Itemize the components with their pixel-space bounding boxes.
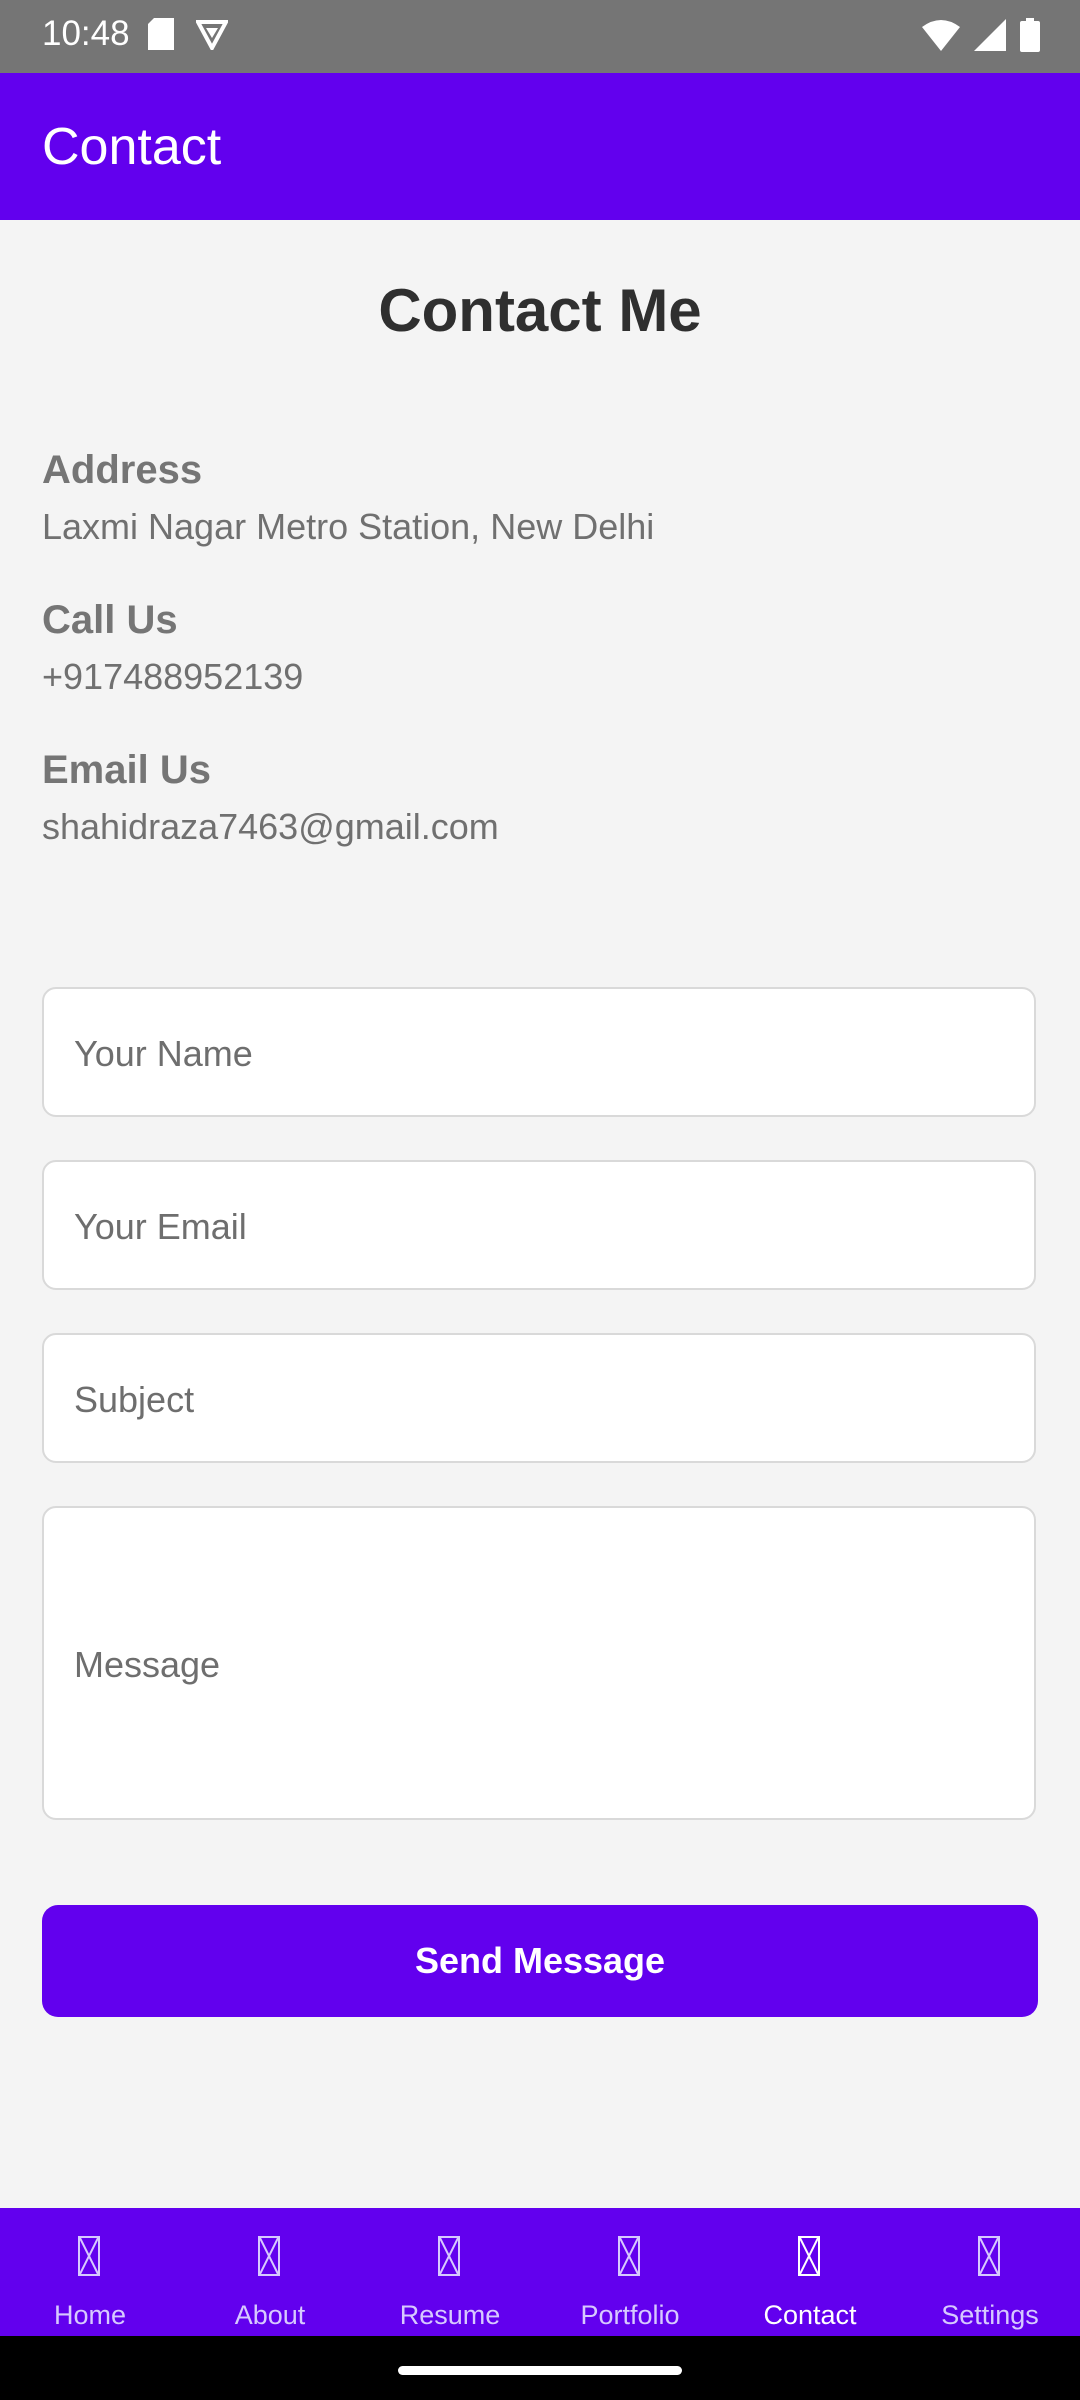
- gesture-nav-bar: [0, 2336, 1080, 2400]
- email-value[interactable]: shahidraza7463@gmail.com: [42, 806, 499, 848]
- home-icon: [78, 2236, 100, 2276]
- wifi-icon: [922, 19, 960, 51]
- nav-item-home[interactable]: Home: [0, 2208, 180, 2336]
- bottom-nav: Home About Resume Portfolio Contact Sett…: [0, 2208, 1080, 2336]
- email-input-placeholder: Your Email: [74, 1206, 247, 1247]
- email-us-label: Email Us: [42, 748, 211, 792]
- nav-item-about[interactable]: About: [180, 2208, 360, 2336]
- nav-item-resume[interactable]: Resume: [360, 2208, 540, 2336]
- app-bar-title: Contact: [42, 118, 222, 176]
- status-time: 10:48: [42, 14, 130, 53]
- phone-value[interactable]: +917488952139: [42, 656, 303, 698]
- name-input-placeholder: Your Name: [74, 1033, 253, 1074]
- email-input[interactable]: Your Email: [42, 1160, 1036, 1290]
- portfolio-icon: [618, 2236, 640, 2276]
- nav-item-settings[interactable]: Settings: [900, 2208, 1080, 2336]
- nav-item-contact[interactable]: Contact: [720, 2208, 900, 2336]
- contact-icon: [798, 2236, 820, 2276]
- call-us-label: Call Us: [42, 598, 178, 642]
- status-left-icons: [148, 18, 228, 50]
- app-bar: Contact: [0, 73, 1080, 220]
- nav-label-about: About: [234, 2300, 306, 2330]
- settings-icon: [978, 2236, 1000, 2276]
- nav-label-resume: Resume: [399, 2300, 501, 2330]
- nav-item-portfolio[interactable]: Portfolio: [540, 2208, 720, 2336]
- vpn-shield-icon: [196, 18, 228, 50]
- address-label: Address: [42, 448, 203, 492]
- battery-icon: [1020, 18, 1040, 52]
- nav-label-contact: Contact: [763, 2300, 857, 2330]
- page-title: Contact Me: [378, 277, 702, 344]
- subject-input[interactable]: Subject: [42, 1333, 1036, 1463]
- status-right-icons: [922, 18, 1040, 52]
- message-textarea-placeholder: Message: [74, 1644, 221, 1685]
- send-message-button[interactable]: Send Message: [42, 1905, 1038, 2017]
- nav-label-settings: Settings: [941, 2300, 1039, 2330]
- nav-label-portfolio: Portfolio: [580, 2300, 680, 2330]
- about-icon: [258, 2236, 280, 2276]
- home-gesture-handle[interactable]: [398, 2366, 682, 2375]
- sd-card-icon: [148, 18, 174, 50]
- status-bar: 10:48: [0, 0, 1080, 73]
- subject-input-placeholder: Subject: [74, 1379, 195, 1420]
- nav-label-home: Home: [53, 2300, 127, 2330]
- signal-icon: [974, 19, 1006, 51]
- name-input[interactable]: Your Name: [42, 987, 1036, 1117]
- address-value: Laxmi Nagar Metro Station, New Delhi: [42, 506, 655, 547]
- resume-icon: [438, 2236, 460, 2276]
- message-textarea[interactable]: Message: [42, 1506, 1036, 1820]
